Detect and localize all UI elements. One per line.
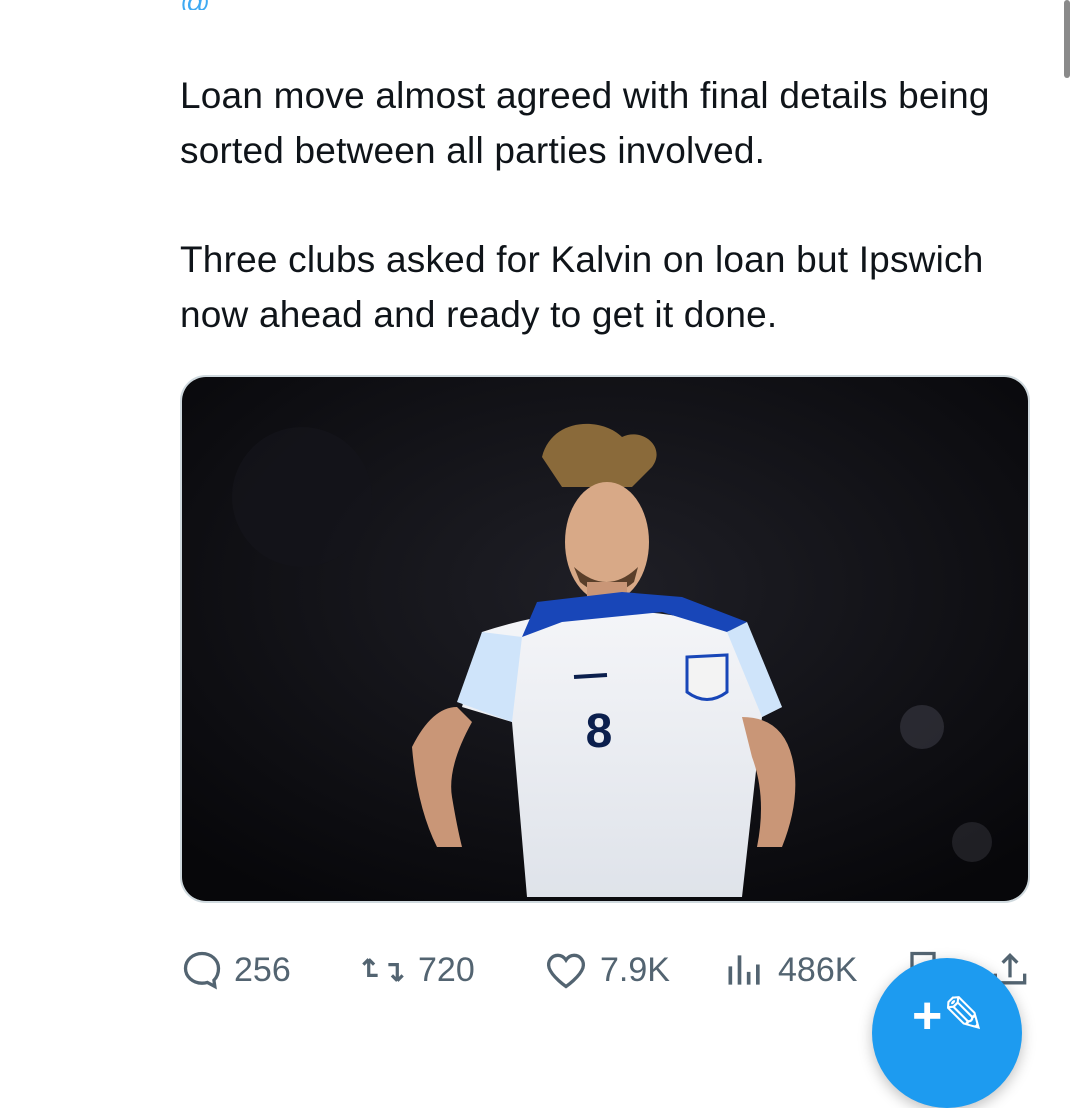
tweet-paragraph-1: Loan move almost agreed with final detai… bbox=[180, 75, 990, 171]
views-button[interactable]: 486K bbox=[722, 940, 857, 1000]
scrollbar[interactable] bbox=[1064, 0, 1070, 78]
shirt-number: 8 bbox=[586, 705, 613, 758]
like-button[interactable]: 7.9K bbox=[542, 940, 670, 1000]
views-count: 486K bbox=[778, 950, 858, 989]
retweet-button[interactable]: 720 bbox=[358, 940, 475, 1000]
reply-count: 256 bbox=[234, 950, 291, 989]
reply-button[interactable]: 256 bbox=[180, 940, 291, 1000]
tweet-paragraph-2: Three clubs asked for Kalvin on loan but… bbox=[180, 239, 984, 335]
reply-icon bbox=[183, 951, 221, 990]
heart-icon bbox=[547, 953, 585, 989]
retweet-icon bbox=[362, 958, 404, 982]
views-icon bbox=[728, 955, 760, 985]
author-handle-cropped[interactable]: @ bbox=[180, 0, 210, 10]
compose-tweet-button[interactable]: +✎ bbox=[872, 958, 1022, 1108]
compose-icon: +✎ bbox=[912, 987, 986, 1045]
retweet-count: 720 bbox=[418, 950, 475, 989]
player-photo: 8 bbox=[182, 377, 1028, 901]
like-count: 7.9K bbox=[600, 950, 670, 989]
tweet-media-photo[interactable]: 8 bbox=[180, 375, 1030, 903]
tweet-body: Loan move almost agreed with final detai… bbox=[180, 68, 1040, 396]
